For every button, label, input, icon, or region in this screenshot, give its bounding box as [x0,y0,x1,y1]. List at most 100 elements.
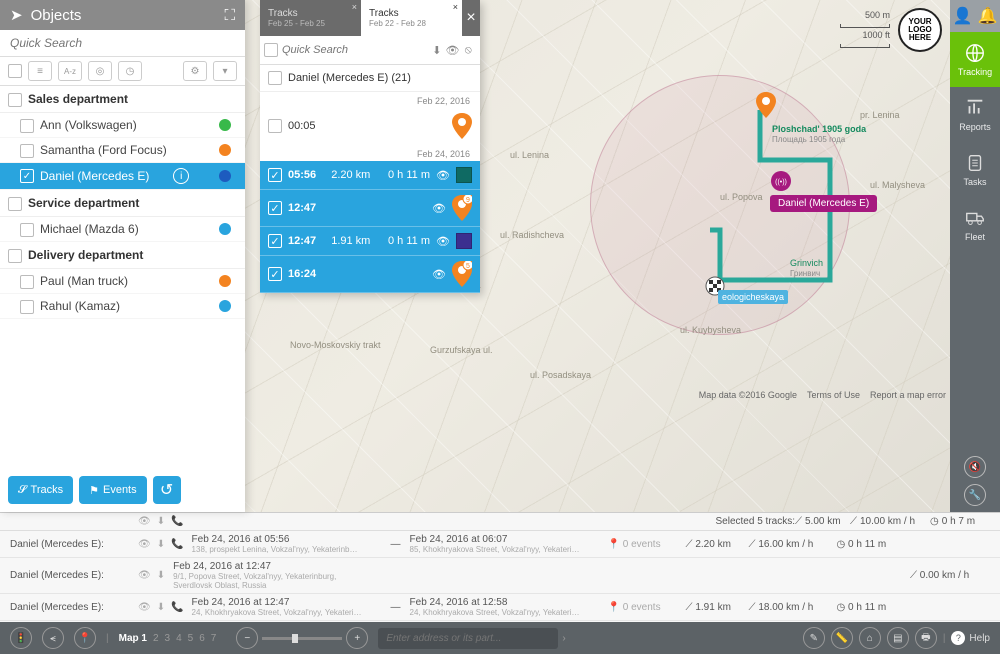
object-samantha[interactable]: Samantha (Ford Focus) [0,138,245,163]
download-icon[interactable]: ⬇ [429,41,445,59]
obj-checkbox[interactable] [20,223,34,237]
dept-checkbox[interactable] [8,93,22,107]
pin-icon[interactable]: 📍 [74,627,96,649]
dept-checkbox[interactable] [8,197,22,211]
obj-checkbox[interactable] [20,275,34,289]
home-icon[interactable]: ⌂ [859,627,881,649]
zoom-slider[interactable] [262,637,342,640]
layers-icon[interactable]: ▤ [887,627,909,649]
track-row[interactable]: ✓ 12:47 1.91 km 0 h 11 m 👁 [260,227,480,256]
nav-reports[interactable]: Reports [950,87,1000,142]
address-input[interactable] [378,628,558,649]
department-sales[interactable]: Sales department [0,86,245,113]
download-icon[interactable]: ⬇ [157,516,165,527]
obj-checkbox[interactable] [20,119,34,133]
ruler-icon[interactable]: 📏 [831,627,853,649]
page-link[interactable]: 6 [199,633,205,644]
terms-link[interactable]: Terms of Use [807,390,860,400]
track-row[interactable]: ✓ 16:24 👁 5 [260,256,480,293]
expand-icon[interactable]: ⛶ [224,7,235,24]
table-row[interactable]: Daniel (Mercedes E):👁⬇📞Feb 24, 2016 at 1… [0,594,1000,621]
share-icon[interactable]: ⪪ [42,627,64,649]
tracks-select-all[interactable] [264,43,278,57]
bell-icon[interactable]: 🔔 [978,6,998,26]
close-all-icon[interactable]: × [462,0,480,36]
subject-checkbox[interactable] [268,71,282,85]
traffic-icon[interactable]: 🚦 [10,627,32,649]
obj-checkbox[interactable] [20,300,34,314]
list-view-icon[interactable]: ≡ [28,61,52,81]
help-button[interactable]: ?Help [951,631,990,645]
row-checkbox[interactable]: ✓ [268,168,282,182]
eye-icon[interactable]: 👁 [436,169,450,182]
objects-search-input[interactable] [0,30,245,56]
zoom-out-icon[interactable]: − [236,627,258,649]
page-link[interactable]: 5 [188,633,194,644]
eye-icon[interactable]: 👁 [432,202,446,215]
poi-geolog: eologicheskaya [718,290,788,304]
eye-icon[interactable]: 👁 [445,41,461,59]
phone-icon[interactable]: 📞 [171,516,183,527]
table-row[interactable]: Daniel (Mercedes E):👁⬇📞Feb 24, 2016 at 0… [0,531,1000,558]
pencil-icon[interactable]: ✎ [803,627,825,649]
zoom-in-icon[interactable]: + [346,627,368,649]
sound-icon[interactable]: 🔇 [964,456,986,478]
report-error-link[interactable]: Report a map error [870,390,946,400]
print-icon[interactable]: 🖶 [915,627,937,649]
target-icon[interactable]: ◎ [88,61,112,81]
beacon-label[interactable]: ((•)) Daniel (Mercedes E) [770,170,877,212]
info-icon[interactable]: i [173,168,189,184]
department-service[interactable]: Service department [0,190,245,217]
events-button[interactable]: ⚑Events [79,476,147,504]
object-ann[interactable]: Ann (Volkswagen) [0,113,245,138]
object-paul[interactable]: Paul (Man truck) [0,269,245,294]
table-row[interactable]: Daniel (Mercedes E):👁⬇Feb 24, 2016 at 12… [0,558,1000,594]
track-subject[interactable]: Daniel (Mercedes E) (21) [260,65,480,92]
row-checkbox[interactable]: ✓ [268,234,282,248]
eye-icon[interactable]: 👁 [138,516,151,527]
color-swatch[interactable] [456,167,472,183]
objects-panel: ➤ Objects ⛶ ≡ A-z ◎ ◷ ⚙ ▾ Sales departme… [0,0,245,512]
tracks-search-input[interactable] [278,40,429,60]
track-row[interactable]: 00:05 [260,108,480,145]
close-icon[interactable]: × [453,2,458,12]
history-button[interactable]: ↺ [153,476,181,504]
row-checkbox[interactable] [268,119,282,133]
row-checkbox[interactable]: ✓ [268,201,282,215]
profile-icon[interactable]: 👤 [953,6,973,26]
dept-checkbox[interactable] [8,249,22,263]
tracks-tab-2[interactable]: TracksFeb 22 - Feb 28× [361,0,462,36]
obj-checkbox[interactable] [20,144,34,158]
row-checkbox[interactable]: ✓ [268,267,282,281]
track-row[interactable]: ✓ 12:47 👁 9 [260,190,480,227]
obj-checkbox[interactable] [20,169,34,183]
eye-icon[interactable]: 👁 [436,235,450,248]
department-delivery[interactable]: Delivery department [0,242,245,269]
tracks-tab-1[interactable]: TracksFeb 25 - Feb 25× [260,0,361,36]
object-daniel[interactable]: Daniel (Mercedes E)i [0,163,245,190]
map-pin-start[interactable] [756,92,776,118]
page-link[interactable]: 3 [165,633,171,644]
settings-icon[interactable]: ⚙ [183,61,207,81]
page-link[interactable]: 4 [176,633,182,644]
track-row[interactable]: ✓ 05:56 2.20 km 0 h 11 m 👁 [260,161,480,190]
tracks-button[interactable]: 𝓢Tracks [8,476,73,504]
close-icon[interactable]: × [352,2,357,12]
svg-text:9: 9 [466,197,470,204]
nav-tasks[interactable]: Tasks [950,142,1000,197]
eye-off-icon[interactable]: ⦸ [460,41,476,59]
page-link[interactable]: 2 [153,633,159,644]
color-swatch[interactable] [456,233,472,249]
select-all-checkbox[interactable] [8,64,22,78]
clock-icon[interactable]: ◷ [118,61,142,81]
collapse-icon[interactable]: ▾ [213,61,237,81]
object-michael[interactable]: Michael (Mazda 6) [0,217,245,242]
sort-az-icon[interactable]: A-z [58,61,82,81]
wrench-icon[interactable]: 🔧 [964,484,986,506]
nav-fleet[interactable]: Fleet [950,197,1000,252]
nav-tracking[interactable]: Tracking [950,32,1000,87]
page-link[interactable]: 7 [211,633,217,644]
eye-icon[interactable]: 👁 [432,268,446,281]
object-rahul[interactable]: Rahul (Kamaz) [0,294,245,319]
map-current[interactable]: Map 1 [119,633,147,644]
